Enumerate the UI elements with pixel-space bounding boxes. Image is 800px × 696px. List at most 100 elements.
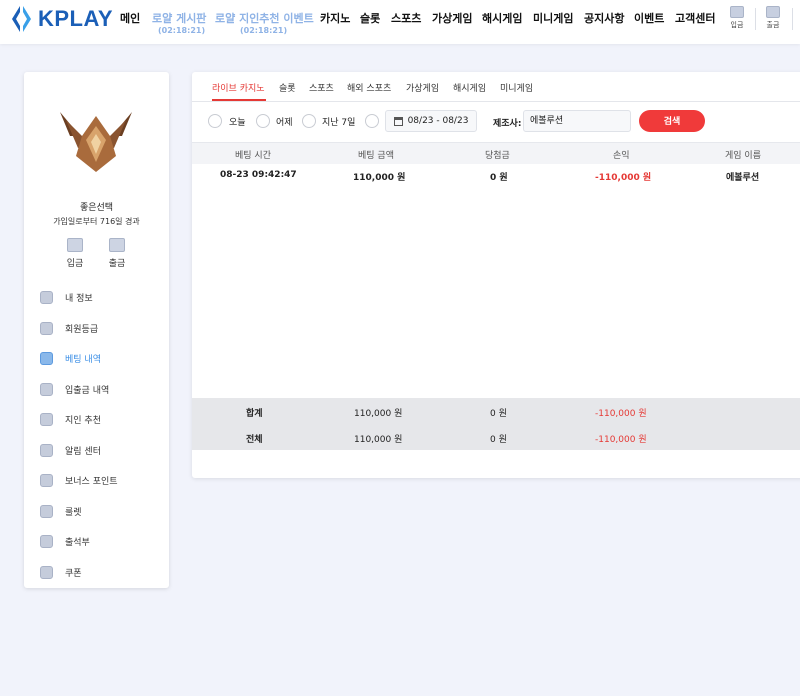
username: 좋은선택 [79, 203, 114, 213]
menu-deposit-history[interactable]: 입출금 내역 [40, 381, 109, 397]
menu-label: 베팅 내역 [65, 354, 101, 365]
header-withdraw-button[interactable]: 출금 [762, 6, 784, 30]
menu-referral[interactable]: 지인 추천 [40, 411, 101, 427]
rank-emblem-icon [56, 106, 136, 176]
menu-notification-center[interactable]: 알림 센터 [40, 442, 101, 458]
table-header: 베팅 시간 베팅 금액 당첨금 손익 게임 이름 [192, 142, 800, 164]
nav-event[interactable]: 이벤트 [634, 10, 664, 26]
menu-label: 알림 센터 [65, 446, 101, 457]
maker-select[interactable]: 에볼루션 [523, 110, 631, 132]
radio-last-7-days[interactable] [302, 114, 316, 128]
menu-member-grade[interactable]: 회원등급 [40, 320, 98, 336]
table-row[interactable]: 08-23 09:42:47 110,000 원 0 원 -110,000 원 … [192, 164, 800, 186]
badge-icon [40, 321, 53, 335]
menu-attendance[interactable]: 출석부 [40, 533, 90, 549]
history-icon [40, 351, 53, 365]
nav-sports[interactable]: 스포츠 [391, 10, 421, 26]
summary-label: 합계 [246, 409, 263, 419]
search-button[interactable]: 검색 [639, 110, 705, 132]
menu-label: 내 정보 [65, 293, 93, 304]
nav-notice[interactable]: 공지사항 [584, 10, 624, 26]
deposit-icon [730, 6, 744, 18]
tab-virtual-game[interactable]: 가상게임 [406, 81, 439, 94]
cell-amount: 110,000 원 [353, 173, 406, 183]
nav-slot[interactable]: 슬롯 [360, 10, 380, 26]
cell-win: 0 원 [490, 173, 508, 183]
coupon-icon [40, 565, 53, 579]
betting-history-panel: 라이브 카지노 슬롯 스포츠 해외 스포츠 가상게임 해시게임 미니게임 오늘 … [192, 72, 800, 478]
nav-mini-game[interactable]: 미니게임 [533, 10, 573, 26]
menu-label: 보너스 포인트 [65, 476, 118, 487]
logo-text: KPLAY [38, 6, 114, 31]
radio-last-7-days-label: 지난 7일 [322, 118, 356, 128]
col-bet-time: 베팅 시간 [235, 151, 271, 161]
menu-label: 회원등급 [65, 324, 99, 335]
summary-amount: 110,000 원 [354, 435, 403, 445]
header-divider [755, 8, 756, 30]
date-range-value: 08/23 - 08/23 [407, 116, 469, 126]
coin-icon [40, 473, 53, 487]
summary-profit: -110,000 원 [595, 409, 647, 419]
radio-yesterday-label: 어제 [276, 118, 293, 128]
col-profit: 손익 [613, 151, 630, 161]
menu-label: 입출금 내역 [65, 385, 110, 396]
nav-hash-game[interactable]: 해시게임 [482, 10, 522, 26]
tab-slot[interactable]: 슬롯 [279, 81, 296, 94]
cell-time: 08-23 09:42:47 [220, 170, 297, 180]
header-deposit-label: 입금 [730, 21, 744, 29]
summary-win: 0 원 [490, 409, 507, 419]
menu-coupon[interactable]: 쿠폰 [40, 564, 82, 580]
mail-icon [40, 412, 53, 426]
wallet-icon [40, 382, 53, 396]
user-icon [40, 290, 53, 304]
summary-profit: -110,000 원 [595, 435, 647, 445]
menu-my-info[interactable]: 내 정보 [40, 289, 93, 305]
logo[interactable]: KPLAY [10, 4, 113, 34]
nav-casino[interactable]: 카지노 [320, 10, 350, 26]
radio-yesterday[interactable] [256, 114, 270, 128]
summary-row-subtotal: 합계 110,000 원 0 원 -110,000 원 [192, 398, 800, 424]
date-range-picker[interactable]: 08/23 - 08/23 [385, 110, 477, 132]
summary-amount: 110,000 원 [354, 409, 403, 419]
nav-main[interactable]: 메인 [120, 10, 140, 26]
calendar-icon [393, 116, 403, 126]
tab-sports[interactable]: 스포츠 [309, 81, 334, 94]
withdraw-icon [109, 238, 125, 252]
tab-mini-game[interactable]: 미니게임 [500, 81, 533, 94]
nav-royal-board-timer: (02:18:21) [158, 26, 206, 35]
col-game-name: 게임 이름 [725, 151, 761, 161]
nav-royal-board[interactable]: 로얄 게시판 [152, 10, 206, 26]
summary-win: 0 원 [490, 435, 507, 445]
menu-label: 지인 추천 [65, 415, 101, 426]
sidebar-deposit-button[interactable]: 입금 [60, 238, 90, 269]
menu-roulette[interactable]: 룰렛 [40, 503, 82, 519]
tab-live-casino[interactable]: 라이브 카지노 [212, 81, 265, 94]
cell-game: 에볼루션 [726, 173, 760, 183]
tab-hash-game[interactable]: 해시게임 [453, 81, 486, 94]
menu-betting-history[interactable]: 베팅 내역 [40, 350, 101, 366]
radio-custom-range[interactable] [365, 114, 379, 128]
menu-label: 룰렛 [65, 507, 82, 518]
summary-row-total: 전체 110,000 원 0 원 -110,000 원 [192, 424, 800, 450]
summary-label: 전체 [246, 435, 263, 445]
sidebar-withdraw-button[interactable]: 출금 [102, 238, 132, 269]
menu-bonus-point[interactable]: 보너스 포인트 [40, 472, 118, 488]
bell-icon [40, 443, 53, 457]
header-deposit-button[interactable]: 입금 [726, 6, 748, 30]
col-win-amount: 당첨금 [485, 151, 510, 161]
header-withdraw-label: 출금 [766, 21, 780, 29]
radio-today-label: 오늘 [229, 118, 246, 128]
kplay-logo-icon [10, 4, 34, 34]
radio-today[interactable] [208, 114, 222, 128]
maker-label: 제조사: [493, 119, 522, 129]
cell-profit: -110,000 원 [595, 173, 652, 183]
top-header: KPLAY 메인 로얄 게시판 (02:18:21) 로얄 지인추천 이벤트 (… [0, 0, 800, 44]
tab-overseas-sports[interactable]: 해외 스포츠 [347, 81, 391, 94]
filter-bar: 오늘 어제 지난 7일 08/23 - 08/23 제조사: 에볼루션 검색 [192, 108, 800, 136]
nav-royal-referral-event[interactable]: 로얄 지인추천 이벤트 [215, 10, 314, 26]
nav-customer-center[interactable]: 고객센터 [675, 10, 715, 26]
nav-virtual-game[interactable]: 가상게임 [432, 10, 472, 26]
roulette-icon [40, 504, 53, 518]
sidebar-withdraw-label: 출금 [108, 259, 126, 269]
header-divider-2 [792, 8, 793, 30]
